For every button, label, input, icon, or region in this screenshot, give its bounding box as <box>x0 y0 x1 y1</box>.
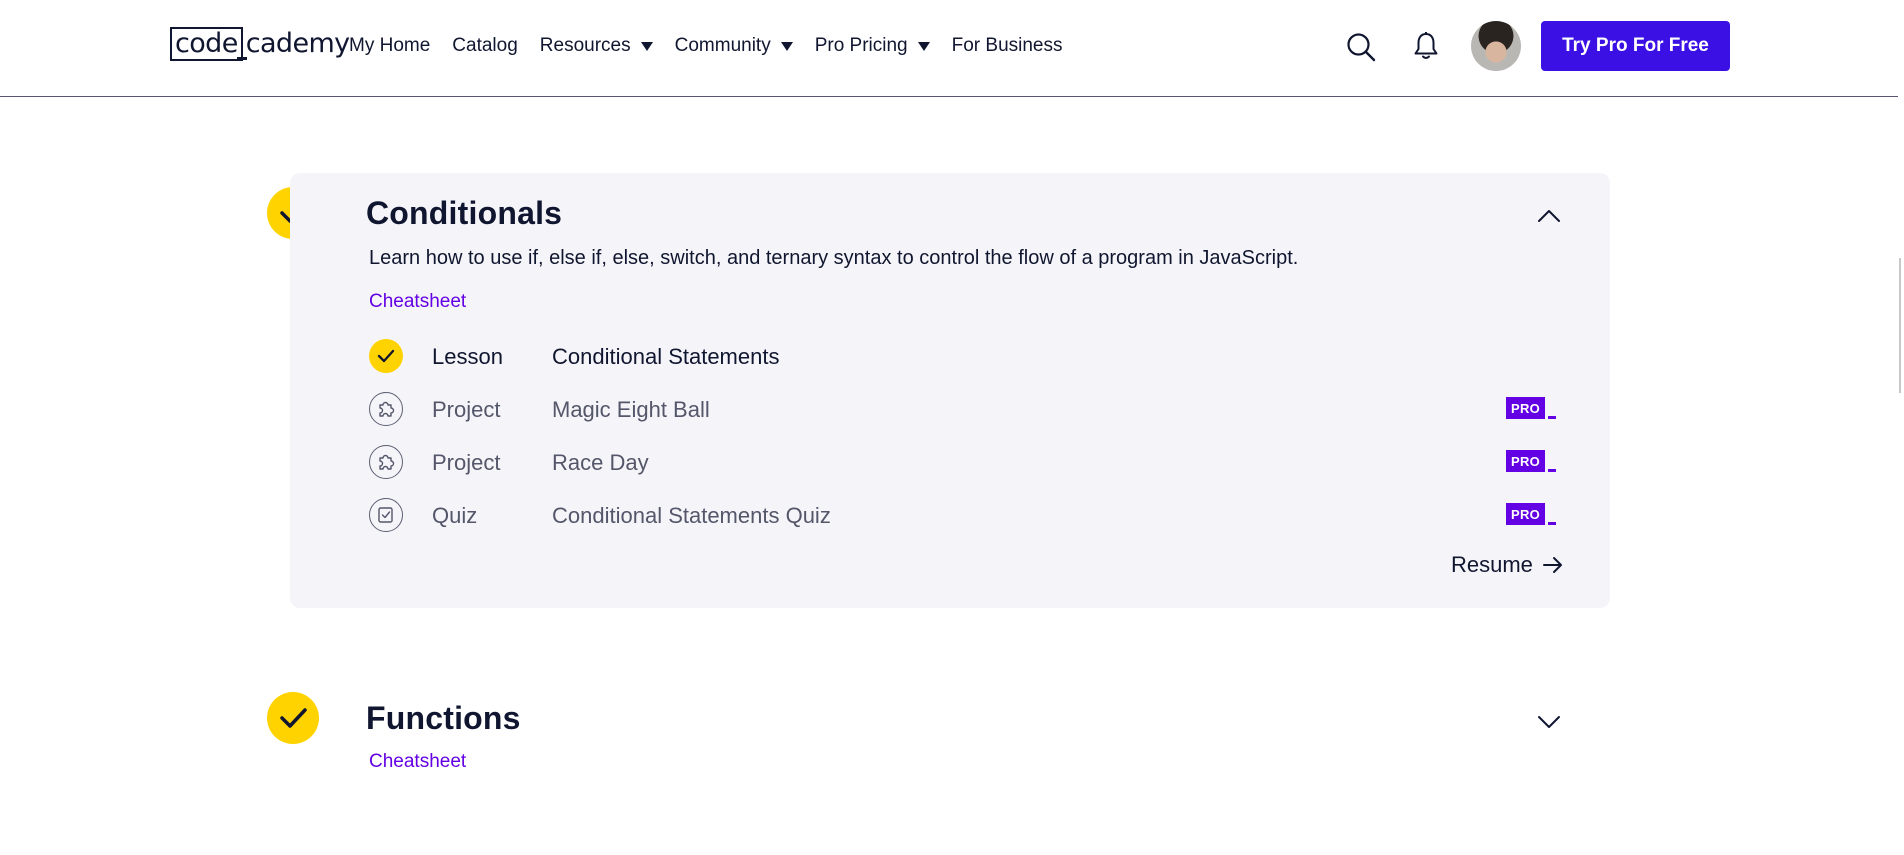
module-completed-check-icon <box>267 692 319 744</box>
chevron-up-icon <box>1538 210 1560 222</box>
arrow-right-icon <box>1542 557 1562 573</box>
collapse-module-button[interactable] <box>1536 208 1562 224</box>
top-navigation-bar: code cademy My Home Catalog Resources Co… <box>0 0 1898 97</box>
item-type: Quiz <box>432 503 478 528</box>
logo-text-cademy: cademy <box>245 28 350 59</box>
nav-catalog-label: Catalog <box>452 35 518 56</box>
nav-pro-pricing[interactable]: Pro Pricing <box>815 35 930 57</box>
main-nav: My Home Catalog Resources Community Pro … <box>349 0 1085 92</box>
nav-resources-label: Resources <box>539 35 631 56</box>
nav-community[interactable]: Community <box>675 35 793 57</box>
expand-module-button[interactable] <box>1536 714 1562 730</box>
module-card-conditionals <box>290 173 1610 608</box>
item-name: Conditional Statements Quiz <box>552 503 831 528</box>
module-title[interactable]: Functions <box>366 700 521 737</box>
caret-down-icon <box>917 42 930 51</box>
module-description: Learn how to use if, else if, else, swit… <box>369 247 1299 269</box>
user-avatar[interactable] <box>1471 21 1521 71</box>
pro-badge: PRO <box>1506 397 1557 419</box>
cheatsheet-link[interactable]: Cheatsheet <box>369 751 466 773</box>
pro-badge: PRO <box>1506 503 1557 525</box>
pro-badge: PRO <box>1506 450 1557 472</box>
item-name: Magic Eight Ball <box>552 397 710 422</box>
resume-button[interactable]: Resume <box>1451 552 1564 578</box>
puzzle-icon <box>369 445 403 479</box>
page: code cademy My Home Catalog Resources Co… <box>0 0 1904 855</box>
nav-resources[interactable]: Resources <box>540 35 653 57</box>
caret-down-icon <box>640 42 653 51</box>
nav-my-home[interactable]: My Home <box>349 35 430 57</box>
notifications-button[interactable] <box>1412 31 1440 61</box>
item-type: Project <box>432 397 501 422</box>
module-item-row[interactable]: Lesson Conditional Statements <box>369 339 1554 375</box>
try-pro-button[interactable]: Try Pro For Free <box>1541 21 1730 71</box>
nav-community-label: Community <box>674 35 771 56</box>
item-name: Race Day <box>552 450 649 475</box>
pro-badge-cursor <box>1548 416 1557 419</box>
puzzle-icon <box>369 392 403 426</box>
nav-catalog[interactable]: Catalog <box>452 35 518 57</box>
module-item-row[interactable]: Project Race Day PRO <box>369 445 1557 481</box>
pro-badge-label: PRO <box>1506 397 1546 419</box>
module-item-row[interactable]: Quiz Conditional Statements Quiz PRO <box>369 498 1557 534</box>
nav-my-home-label: My Home <box>349 35 431 56</box>
pro-badge-cursor <box>1548 522 1557 525</box>
search-icon <box>1347 33 1376 62</box>
cheatsheet-link[interactable]: Cheatsheet <box>369 291 466 313</box>
module-title: Conditionals <box>366 195 563 231</box>
nav-for-business-label: For Business <box>951 35 1063 56</box>
pro-badge-cursor <box>1548 469 1557 472</box>
scrollbar-thumb[interactable] <box>1899 258 1901 393</box>
logo-cursor <box>237 57 247 60</box>
caret-down-icon <box>780 42 793 51</box>
check-icon <box>369 339 403 373</box>
bell-icon <box>1414 32 1438 59</box>
nav-pro-pricing-label: Pro Pricing <box>814 35 908 56</box>
module-item-row[interactable]: Project Magic Eight Ball PRO <box>369 392 1557 428</box>
item-type: Project <box>432 450 501 475</box>
item-type: Lesson <box>432 344 503 369</box>
quiz-icon <box>369 498 403 532</box>
codecademy-logo[interactable]: code cademy <box>170 27 350 61</box>
pro-badge-label: PRO <box>1506 503 1546 525</box>
logo-text-code: code <box>175 28 238 59</box>
search-button[interactable] <box>1346 32 1376 62</box>
nav-for-business[interactable]: For Business <box>952 35 1063 57</box>
pro-badge-label: PRO <box>1506 450 1546 472</box>
logo-box: code <box>170 27 243 61</box>
chevron-down-icon <box>1538 716 1560 728</box>
item-name: Conditional Statements <box>552 344 780 369</box>
resume-label: Resume <box>1451 552 1533 577</box>
